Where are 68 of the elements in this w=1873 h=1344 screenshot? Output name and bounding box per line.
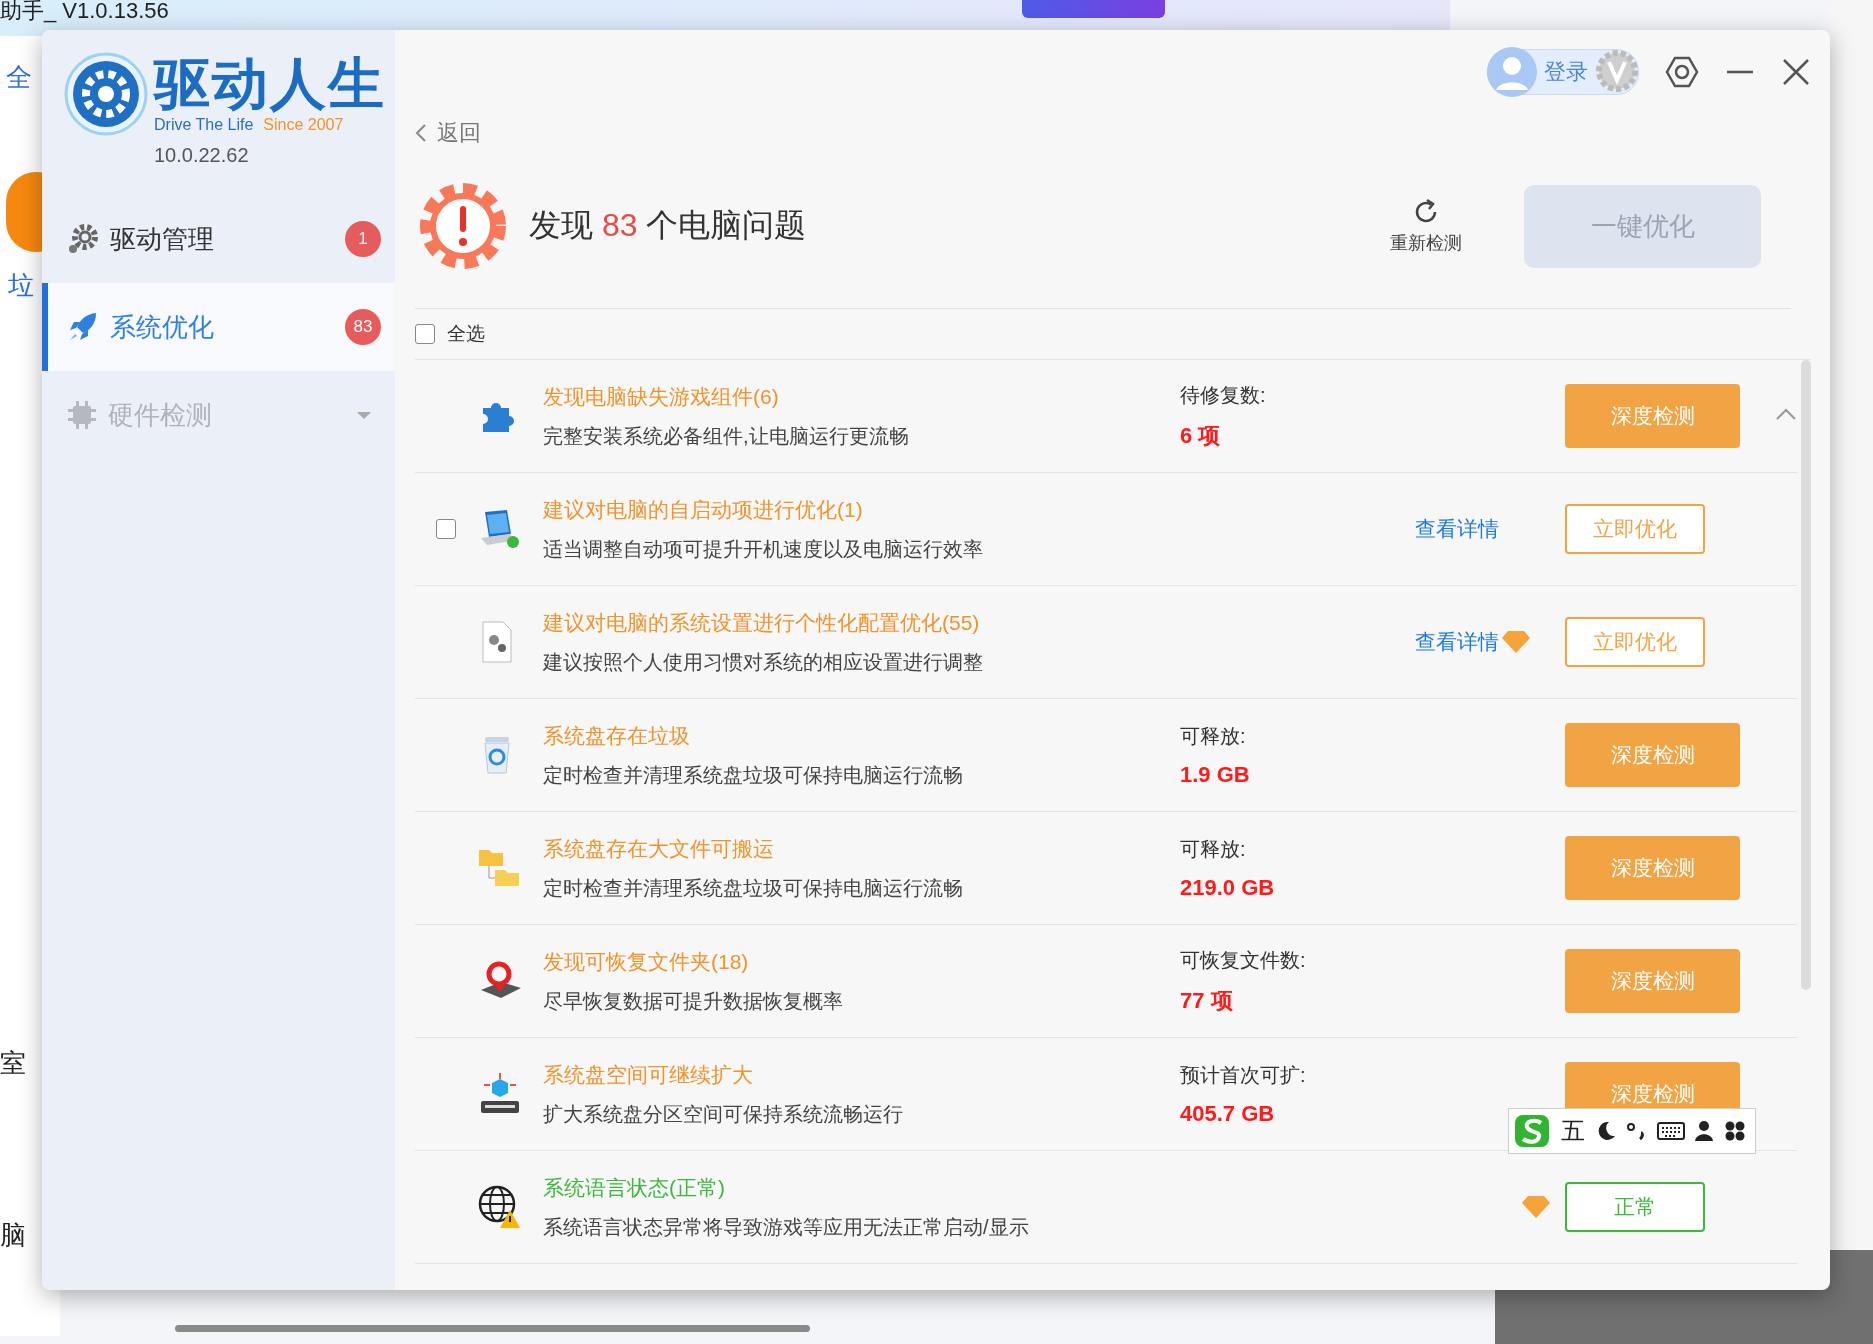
close-icon[interactable] [1781,57,1811,87]
issue-description: 定时检查并清理系统盘垃圾可保持电脑运行流畅 [543,875,964,901]
issue-title: 建议对电脑的自启动项进行优化(1) [543,496,864,523]
backdrop-title: 助手_ V1.0.13.56 [0,0,169,25]
page-title: 发现 83 个电脑问题 [529,206,808,245]
metric-label: 可释放: [1180,836,1247,862]
deep-scan-button[interactable]: 深度检测 [1565,723,1740,787]
issue-title: 建议对电脑的系统设置进行个性化配置优化(55) [543,609,981,636]
select-all-label: 全选 [447,322,485,346]
scrollbar[interactable] [1801,360,1811,990]
metric-value: 1.9 GB [1180,761,1251,788]
details-link[interactable]: 查看详情 [1415,628,1499,656]
backdrop-text: 室 [0,1047,26,1080]
backdrop-text: 全 [6,61,32,94]
settings-icon[interactable] [1665,55,1699,89]
metric-label: 预计首次可扩: [1180,1062,1307,1088]
checkbox[interactable] [436,519,456,539]
issue-description: 完整安装系统必备组件,让电脑运行更流畅 [543,423,910,449]
deep-scan-button[interactable]: 深度检测 [1565,384,1740,448]
version-label: 10.0.22.62 [154,144,250,167]
count-badge: 1 [345,221,381,257]
gear-icon [66,222,100,256]
issue-title: 系统盘空间可继续扩大 [543,1061,754,1088]
rescan-button[interactable]: 重新检测 [1390,197,1462,255]
details-link[interactable]: 查看详情 [1415,515,1499,543]
chevron-icon[interactable] [1775,407,1797,421]
deep-scan-button[interactable]: 深度检测 [1565,949,1740,1013]
checkbox[interactable] [415,324,435,344]
logo-icon [64,52,148,136]
metric-value: 405.7 GB [1180,1100,1276,1127]
issue-title: 发现电脑缺失游戏组件(6) [543,383,780,410]
issue-title: 系统盘存在大文件可搬运 [543,835,775,862]
globe-warning-icon [477,1184,523,1230]
logo-since: Since 2007 [263,116,344,134]
optimize-button[interactable]: 立即优化 [1565,617,1705,667]
grid-icon[interactable] [1723,1119,1747,1143]
sidebar-item[interactable]: 驱动管理 1 [42,195,395,283]
issue-title: 系统盘存在垃圾 [543,722,691,749]
issue-description: 建议按照个人使用习惯对系统的相应设置进行调整 [543,649,984,675]
issue-description: 系统语言状态异常将导致游戏等应用无法正常启动/显示 [543,1214,1030,1240]
issue-description: 扩大系统盘分区空间可保持系统流畅运行 [543,1101,904,1127]
sidebar-item[interactable]: 系统优化 83 [42,283,395,371]
issue-description: 尽早恢复数据可提升数据恢复概率 [543,988,844,1014]
login-button[interactable]: 登录 [1487,49,1639,95]
issue-title: 发现可恢复文件夹(18) [543,948,750,975]
back-link[interactable]: 返回 [415,118,481,148]
logo-tagline: Drive The Life [154,116,254,134]
backdrop-text: 脑 [0,1219,26,1252]
keyboard-icon[interactable] [1657,1120,1685,1142]
chevron-icon [415,123,427,143]
metric-value: 6 项 [1180,421,1222,450]
issue-description: 适当调整自动项可提升开机速度以及电脑运行效率 [543,536,984,562]
issue-description: 定时检查并清理系统盘垃圾可保持电脑运行流畅 [543,762,964,788]
status-button[interactable]: 正常 [1565,1182,1705,1232]
metric-label: 可释放: [1180,723,1247,749]
backdrop-text: 垃 [8,269,34,302]
optimize-button[interactable]: 立即优化 [1565,504,1705,554]
metric-label: 可恢复文件数: [1180,947,1307,973]
issue-title: 系统语言状态(正常) [543,1174,726,1201]
chip-icon [66,399,98,431]
avatar-icon [1486,46,1538,98]
metric-label: 待修复数: [1180,382,1267,408]
user-icon[interactable] [1693,1119,1715,1143]
count-badge: 83 [345,309,381,345]
metric-value: 219.0 GB [1180,874,1276,901]
metric-value: 77 项 [1180,986,1234,1015]
logo-title: 驱动人生 [154,52,386,116]
deep-scan-button[interactable]: 深度检测 [1565,836,1740,900]
